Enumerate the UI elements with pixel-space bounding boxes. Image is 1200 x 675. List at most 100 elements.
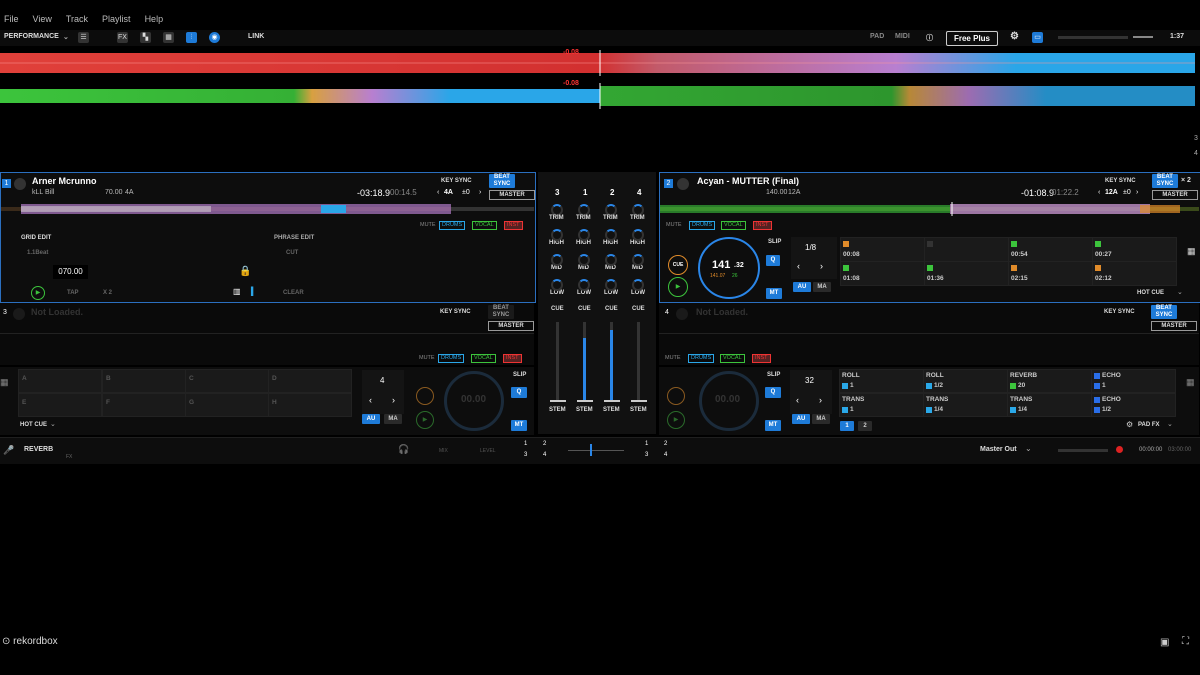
hotcue-pad-h[interactable]: 02:12 bbox=[1092, 261, 1177, 286]
slip-button[interactable]: SLIP bbox=[767, 372, 780, 378]
fader-handle[interactable] bbox=[550, 400, 566, 402]
high-knob[interactable] bbox=[632, 229, 644, 241]
hotcue-pad-c[interactable]: 00:54 bbox=[1008, 237, 1093, 262]
assign-1[interactable]: 1 bbox=[524, 441, 527, 447]
key-right-arrow[interactable]: › bbox=[1136, 189, 1138, 196]
crossfader[interactable] bbox=[568, 450, 624, 451]
padfx-slot-2[interactable]: ROLL 1/2 bbox=[923, 369, 1008, 393]
mt-button[interactable]: MT bbox=[766, 288, 782, 299]
info-icon[interactable]: ⓘ bbox=[926, 33, 933, 43]
jump-forward-arrow[interactable]: › bbox=[392, 395, 395, 405]
cut-button[interactable]: CUT bbox=[286, 250, 298, 256]
hotcue-pad-b[interactable] bbox=[924, 237, 1009, 262]
grid-icon[interactable]: ▦ bbox=[163, 32, 174, 43]
low-knob[interactable] bbox=[632, 279, 644, 291]
stem-mute[interactable]: MUTE bbox=[417, 221, 439, 230]
mid-knob[interactable] bbox=[551, 254, 563, 266]
layout-icon[interactable]: ▣ bbox=[1160, 637, 1169, 648]
mini-waveform[interactable] bbox=[660, 202, 1199, 216]
menu-playlist[interactable]: Playlist bbox=[102, 14, 131, 30]
low-knob[interactable] bbox=[605, 279, 617, 291]
channel-fader[interactable] bbox=[637, 322, 640, 402]
key-sync-button[interactable]: KEY SYNC bbox=[1105, 178, 1136, 184]
assign-2-right[interactable]: 2 bbox=[664, 441, 667, 447]
auto-button[interactable]: AU bbox=[792, 414, 810, 424]
page-1-button[interactable]: 1 bbox=[840, 421, 854, 431]
stem-drums[interactable]: DRUMS bbox=[688, 354, 715, 363]
cue-button[interactable]: CUE bbox=[668, 255, 688, 275]
tap-button[interactable]: TAP bbox=[67, 290, 79, 296]
layout-icon[interactable]: ☰ bbox=[78, 32, 89, 43]
waveform-deck2[interactable] bbox=[0, 83, 1195, 109]
fader-handle[interactable] bbox=[631, 400, 647, 402]
output-select[interactable]: Master Out bbox=[980, 446, 1017, 453]
quantize-button[interactable]: Q bbox=[511, 387, 527, 398]
play-icon[interactable]: ▶ bbox=[667, 411, 685, 429]
jump-back-arrow[interactable]: ‹ bbox=[369, 395, 372, 405]
stem-drums[interactable]: DRUMS bbox=[438, 354, 465, 363]
manual-button[interactable]: MA bbox=[384, 414, 402, 424]
slip-button[interactable]: SLIP bbox=[513, 372, 526, 378]
mid-knob[interactable] bbox=[632, 254, 644, 266]
assign-3[interactable]: 3 bbox=[524, 452, 527, 458]
master-button[interactable]: MASTER bbox=[488, 321, 534, 331]
jog-wheel[interactable]: 00.00 bbox=[444, 371, 504, 431]
slip-button[interactable]: SLIP bbox=[768, 239, 781, 245]
stem-inst[interactable]: INST bbox=[753, 221, 772, 230]
assign-3-right[interactable]: 3 bbox=[645, 452, 648, 458]
padfx-slot-6[interactable]: TRANS 1/4 bbox=[923, 393, 1008, 417]
padfx-slot-1[interactable]: ROLL 1 bbox=[839, 369, 924, 393]
stem-mute[interactable]: MUTE bbox=[662, 354, 684, 363]
mt-button[interactable]: MT bbox=[511, 420, 527, 431]
hotcue-pad-c[interactable]: C bbox=[185, 369, 269, 393]
jump-forward-arrow[interactable]: › bbox=[819, 395, 822, 405]
quantize-button[interactable]: Q bbox=[766, 255, 780, 266]
master-button[interactable]: MASTER bbox=[489, 190, 535, 200]
hotcue-pad-h[interactable]: H bbox=[268, 393, 352, 417]
record-icon[interactable]: ◉ bbox=[209, 32, 220, 43]
quantize-button[interactable]: Q bbox=[765, 387, 781, 398]
crossfader-handle[interactable] bbox=[590, 444, 592, 456]
mode-select[interactable]: PERFORMANCE bbox=[4, 33, 59, 40]
cue-label[interactable]: CUE bbox=[578, 306, 591, 312]
stem-inst[interactable]: INST bbox=[504, 221, 523, 230]
volume-slider[interactable] bbox=[1133, 36, 1153, 38]
fx-button[interactable]: FX bbox=[117, 32, 128, 43]
manual-button[interactable]: MA bbox=[813, 282, 831, 292]
stem-drums[interactable]: DRUMS bbox=[439, 221, 466, 230]
low-knob[interactable] bbox=[578, 279, 590, 291]
mic-icon[interactable]: 🎤 bbox=[3, 445, 14, 456]
mid-knob[interactable] bbox=[578, 254, 590, 266]
auto-button[interactable]: AU bbox=[362, 414, 380, 424]
play-icon[interactable]: ▶ bbox=[416, 411, 434, 429]
menu-view[interactable]: View bbox=[33, 14, 52, 30]
hotcue-pad-b[interactable]: B bbox=[102, 369, 186, 393]
chevron-down-icon[interactable]: ⌄ bbox=[1167, 420, 1173, 428]
fullscreen-icon[interactable]: ⛶ bbox=[1182, 636, 1189, 647]
hotcue-pad-e[interactable]: 01:08 bbox=[840, 261, 925, 286]
waveform-deck1[interactable] bbox=[0, 50, 1195, 76]
monitor-icon[interactable]: ▭ bbox=[1032, 32, 1043, 43]
hotcue-pad-e[interactable]: E bbox=[18, 393, 102, 417]
high-knob[interactable] bbox=[605, 229, 617, 241]
menu-help[interactable]: Help bbox=[145, 14, 164, 30]
padfx-slot-7[interactable]: TRANS 1/4 bbox=[1007, 393, 1092, 417]
free-plus-button[interactable]: Free Plus bbox=[946, 31, 998, 46]
chevron-down-icon[interactable]: ⌄ bbox=[1177, 288, 1183, 296]
low-knob[interactable] bbox=[551, 279, 563, 291]
key-sync-button[interactable]: KEY SYNC bbox=[1104, 309, 1135, 315]
mixer-icon[interactable]: ⫶ bbox=[186, 32, 197, 43]
high-knob[interactable] bbox=[578, 229, 590, 241]
padfx-slot-8[interactable]: ECHO 1/2 bbox=[1091, 393, 1176, 417]
assign-4[interactable]: 4 bbox=[543, 452, 546, 458]
play-icon[interactable]: ▶ bbox=[31, 286, 45, 300]
x2-button[interactable]: X 2 bbox=[103, 290, 112, 296]
stem-vocal[interactable]: VOCAL bbox=[471, 354, 496, 363]
bpm-field[interactable]: 070.00 bbox=[53, 265, 88, 279]
pad-button[interactable]: PAD bbox=[870, 33, 884, 40]
lock-icon[interactable]: 🔒 bbox=[239, 266, 251, 278]
jog-wheel[interactable]: 141 .32 141.07 26 bbox=[698, 237, 760, 299]
jump-back-arrow[interactable]: ‹ bbox=[797, 261, 800, 271]
hotcue-mode-select[interactable]: HOT CUE bbox=[1137, 290, 1164, 296]
master-button[interactable]: MASTER bbox=[1152, 190, 1198, 200]
